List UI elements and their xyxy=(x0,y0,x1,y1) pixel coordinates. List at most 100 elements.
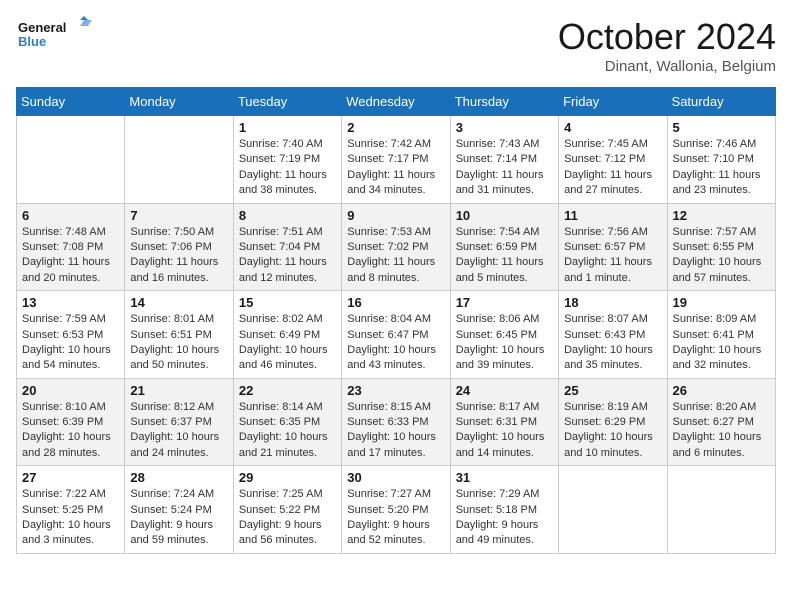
day-number: 4 xyxy=(564,120,661,135)
calendar-cell xyxy=(17,116,125,204)
day-info: Sunrise: 8:06 AMSunset: 6:45 PMDaylight:… xyxy=(456,312,553,374)
calendar-cell: 2Sunrise: 7:42 AMSunset: 7:17 PMDaylight… xyxy=(342,116,450,204)
day-number: 25 xyxy=(564,383,661,398)
calendar-cell: 27 Sunrise: 7:22 AMSunset: 5:25 PMDayligh… xyxy=(17,466,125,554)
calendar-cell: 24Sunrise: 8:17 AMSunset: 6:31 PMDayligh… xyxy=(450,378,558,466)
day-info: Sunrise: 8:04 AMSunset: 6:47 PMDaylight:… xyxy=(347,312,444,374)
month-title: October 2024 xyxy=(558,16,776,58)
day-number: 2 xyxy=(347,120,444,135)
day-info: Sunrise: 7:51 AMSunset: 7:04 PMDaylight:… xyxy=(239,225,336,287)
day-number: 24 xyxy=(456,383,553,398)
calendar-cell: 17 Sunrise: 8:06 AMSunset: 6:45 PMDayligh… xyxy=(450,291,558,379)
day-number: 27 xyxy=(22,470,119,485)
day-number: 3 xyxy=(456,120,553,135)
logo-svg: General Blue xyxy=(16,16,96,61)
day-info: Sunrise: 7:57 AMSunset: 6:55 PMDaylight:… xyxy=(673,225,770,287)
day-number: 11 xyxy=(564,208,661,223)
day-number: 17 xyxy=(456,295,553,310)
day-number: 30 xyxy=(347,470,444,485)
day-number: 18 xyxy=(564,295,661,310)
calendar-cell: 31 Sunrise: 7:29 AMSunset: 5:18 PMDayligh… xyxy=(450,466,558,554)
day-number: 12 xyxy=(673,208,770,223)
day-info: Sunrise: 7:48 AMSunset: 7:08 PMDaylight:… xyxy=(22,225,119,287)
day-info: Sunrise: 7:56 AMSunset: 6:57 PMDaylight:… xyxy=(564,225,661,287)
calendar-cell: 30 Sunrise: 7:27 AMSunset: 5:20 PMDayligh… xyxy=(342,466,450,554)
day-info: Sunrise: 8:19 AMSunset: 6:29 PMDaylight:… xyxy=(564,400,661,462)
calendar-cell: 20 Sunrise: 8:10 AMSunset: 6:39 PMDayligh… xyxy=(17,378,125,466)
day-info: Sunrise: 8:01 AMSunset: 6:51 PMDaylight:… xyxy=(130,312,227,374)
day-info: Sunrise: 7:25 AMSunset: 5:22 PMDaylight:… xyxy=(239,487,336,549)
calendar-header-row: Sunday Monday Tuesday Wednesday Thursday… xyxy=(17,88,776,116)
day-info: Sunrise: 7:29 AMSunset: 5:18 PMDaylight:… xyxy=(456,487,553,549)
day-info: Sunrise: 7:54 AMSunset: 6:59 PMDaylight:… xyxy=(456,225,553,287)
header: General Blue October 2024 Dinant, Wallon… xyxy=(16,16,776,75)
day-number: 5 xyxy=(673,120,770,135)
calendar-cell: 11 Sunrise: 7:56 AMSunset: 6:57 PMDayligh… xyxy=(559,203,667,291)
day-info: Sunrise: 7:59 AMSunset: 6:53 PMDaylight:… xyxy=(22,312,119,374)
day-info: Sunrise: 7:27 AMSunset: 5:20 PMDaylight:… xyxy=(347,487,444,549)
calendar-cell: 21Sunrise: 8:12 AMSunset: 6:37 PMDayligh… xyxy=(125,378,233,466)
day-info: Sunrise: 8:09 AMSunset: 6:41 PMDaylight:… xyxy=(673,312,770,374)
day-info: Sunrise: 8:10 AMSunset: 6:39 PMDaylight:… xyxy=(22,400,119,462)
day-info: Sunrise: 7:43 AMSunset: 7:14 PMDaylight:… xyxy=(456,137,553,199)
col-tuesday: Tuesday xyxy=(233,88,341,116)
day-info: Sunrise: 7:45 AMSunset: 7:12 PMDaylight:… xyxy=(564,137,661,199)
day-number: 15 xyxy=(239,295,336,310)
col-monday: Monday xyxy=(125,88,233,116)
col-saturday: Saturday xyxy=(667,88,775,116)
day-number: 8 xyxy=(239,208,336,223)
col-wednesday: Wednesday xyxy=(342,88,450,116)
calendar-cell xyxy=(559,466,667,554)
calendar-cell: 15Sunrise: 8:02 AMSunset: 6:49 PMDayligh… xyxy=(233,291,341,379)
calendar-cell: 29 Sunrise: 7:25 AMSunset: 5:22 PMDayligh… xyxy=(233,466,341,554)
calendar-cell: 12 Sunrise: 7:57 AMSunset: 6:55 PMDayligh… xyxy=(667,203,775,291)
day-number: 1 xyxy=(239,120,336,135)
logo: General Blue xyxy=(16,16,96,61)
day-info: Sunrise: 7:46 AMSunset: 7:10 PMDaylight:… xyxy=(673,137,770,199)
day-number: 16 xyxy=(347,295,444,310)
calendar-week-3: 13 Sunrise: 7:59 AMSunset: 6:53 PMDayligh… xyxy=(17,291,776,379)
calendar-cell: 22 Sunrise: 8:14 AMSunset: 6:35 PMDayligh… xyxy=(233,378,341,466)
calendar-cell: 3 Sunrise: 7:43 AMSunset: 7:14 PMDaylight… xyxy=(450,116,558,204)
calendar-cell: 10Sunrise: 7:54 AMSunset: 6:59 PMDayligh… xyxy=(450,203,558,291)
svg-text:General: General xyxy=(18,20,66,35)
day-number: 29 xyxy=(239,470,336,485)
calendar-cell: 26Sunrise: 8:20 AMSunset: 6:27 PMDayligh… xyxy=(667,378,775,466)
calendar-week-4: 20 Sunrise: 8:10 AMSunset: 6:39 PMDayligh… xyxy=(17,378,776,466)
calendar-cell: 28Sunrise: 7:24 AMSunset: 5:24 PMDayligh… xyxy=(125,466,233,554)
col-sunday: Sunday xyxy=(17,88,125,116)
day-info: Sunrise: 8:07 AMSunset: 6:43 PMDaylight:… xyxy=(564,312,661,374)
day-number: 20 xyxy=(22,383,119,398)
day-number: 14 xyxy=(130,295,227,310)
calendar-cell: 8 Sunrise: 7:51 AMSunset: 7:04 PMDaylight… xyxy=(233,203,341,291)
calendar-cell: 14 Sunrise: 8:01 AMSunset: 6:51 PMDayligh… xyxy=(125,291,233,379)
day-number: 6 xyxy=(22,208,119,223)
title-area: October 2024 Dinant, Wallonia, Belgium xyxy=(558,16,776,75)
day-info: Sunrise: 7:22 AMSunset: 5:25 PMDaylight:… xyxy=(22,487,119,549)
day-info: Sunrise: 8:20 AMSunset: 6:27 PMDaylight:… xyxy=(673,400,770,462)
day-info: Sunrise: 7:50 AMSunset: 7:06 PMDaylight:… xyxy=(130,225,227,287)
calendar-cell: 25 Sunrise: 8:19 AMSunset: 6:29 PMDayligh… xyxy=(559,378,667,466)
day-number: 28 xyxy=(130,470,227,485)
calendar-cell: 23Sunrise: 8:15 AMSunset: 6:33 PMDayligh… xyxy=(342,378,450,466)
calendar: Sunday Monday Tuesday Wednesday Thursday… xyxy=(16,87,776,554)
calendar-week-1: 1Sunrise: 7:40 AMSunset: 7:19 PMDaylight… xyxy=(17,116,776,204)
calendar-cell: 18 Sunrise: 8:07 AMSunset: 6:43 PMDayligh… xyxy=(559,291,667,379)
day-number: 13 xyxy=(22,295,119,310)
col-thursday: Thursday xyxy=(450,88,558,116)
day-number: 19 xyxy=(673,295,770,310)
calendar-cell: 9Sunrise: 7:53 AMSunset: 7:02 PMDaylight… xyxy=(342,203,450,291)
calendar-cell: 6 Sunrise: 7:48 AMSunset: 7:08 PMDaylight… xyxy=(17,203,125,291)
calendar-week-2: 6 Sunrise: 7:48 AMSunset: 7:08 PMDaylight… xyxy=(17,203,776,291)
calendar-cell xyxy=(667,466,775,554)
day-info: Sunrise: 8:14 AMSunset: 6:35 PMDaylight:… xyxy=(239,400,336,462)
location: Dinant, Wallonia, Belgium xyxy=(558,58,776,75)
day-number: 22 xyxy=(239,383,336,398)
calendar-week-5: 27 Sunrise: 7:22 AMSunset: 5:25 PMDayligh… xyxy=(17,466,776,554)
day-number: 31 xyxy=(456,470,553,485)
day-number: 7 xyxy=(130,208,227,223)
day-info: Sunrise: 7:53 AMSunset: 7:02 PMDaylight:… xyxy=(347,225,444,287)
calendar-cell: 7 Sunrise: 7:50 AMSunset: 7:06 PMDaylight… xyxy=(125,203,233,291)
day-info: Sunrise: 8:12 AMSunset: 6:37 PMDaylight:… xyxy=(130,400,227,462)
calendar-cell: 19 Sunrise: 8:09 AMSunset: 6:41 PMDayligh… xyxy=(667,291,775,379)
